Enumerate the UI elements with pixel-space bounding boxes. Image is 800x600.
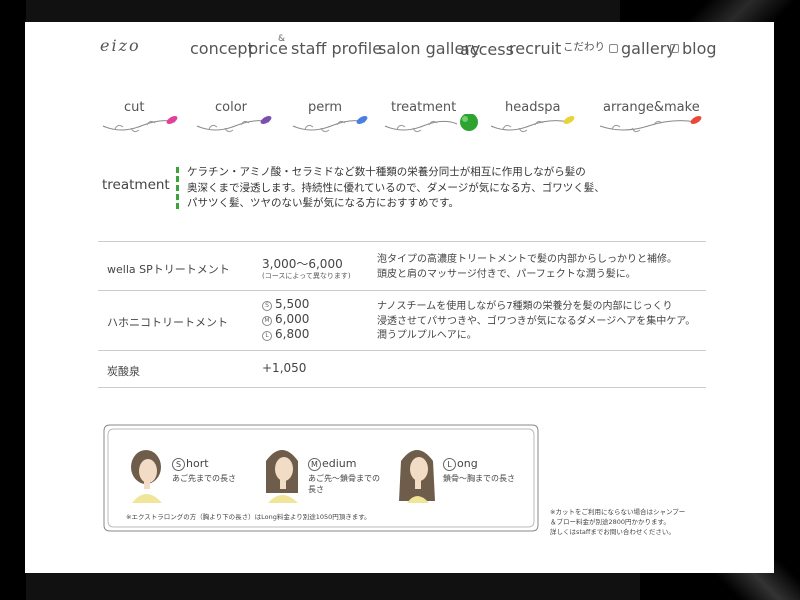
screen-bezel-left [0,0,26,600]
intro-line: ケラチン・アミノ酸・セラミドなど数十種類の栄養分同士が相互に作用しながら髪の [187,166,586,178]
shampoo-note: ※カットをご利用にならない場合はシャンプー ＆ブロー料金が別途2800円かかりま… [550,507,700,537]
table-row: wella SPトリートメント 3,000〜6,000 (コースによって異なります… [98,242,706,291]
menu-arrange-make-label: arrange&make [603,100,700,115]
length-label-rest: ong [457,457,478,470]
service-name: wella SPトリートメント [107,263,230,276]
length-letter-badge: S [172,458,185,471]
desc-line: 泡タイプの高濃度トリートメントで髪の内部からしっかりと補修。 [377,254,677,265]
service-description: ナノスチームを使用しながら7種類の栄養分を髪の内部にじっくり 浸透させてパサつき… [377,300,707,344]
nav-recruit[interactable]: recruit [509,39,561,58]
menu-color[interactable]: color [195,100,285,136]
menu-perm-label: perm [308,100,343,115]
length-letter-badge: L [443,458,456,471]
nav-gallery[interactable]: gallery [609,39,676,58]
site-logo[interactable]: eizo [100,36,141,55]
vine-decoration-icon [384,114,478,133]
price-line: L 6,800 [262,327,309,342]
size-l-badge: L [262,331,272,341]
price-value: 6,000 [275,312,310,326]
length-letter-badge: M [308,458,321,471]
section-title: treatment [102,177,170,193]
long-hair-illustration-icon [399,450,435,503]
size-s-badge: S [262,301,272,311]
screen-bezel-right [770,0,800,600]
price-line: M 6,000 [262,312,309,327]
menu-cut-label: cut [124,100,145,115]
vine-decoration-icon [490,116,575,133]
length-label: Long [443,457,478,471]
section-intro: ケラチン・アミノ酸・セラミドなど数十種類の栄養分同士が相互に作用しながら髪の 奥… [187,165,687,212]
menu-cut[interactable]: cut [101,100,191,136]
service-description: 泡タイプの高濃度トリートメントで髪の内部からしっかりと補修。 頭皮と肩のマッサー… [377,253,707,282]
nav-blog-label: blog [682,39,717,58]
service-name: ハホニコトリートメント [107,316,228,329]
nav-price[interactable]: price & [248,34,288,58]
length-label: Medium [308,457,357,471]
nav-blog[interactable]: blog [670,39,717,58]
note-line: 詳しくはstaffまでお問い合わせください。 [550,528,675,536]
menu-color-label: color [215,100,248,115]
nav-access[interactable]: access [460,40,514,59]
service-name: 炭酸泉 [107,365,140,378]
price-table: wella SPトリートメント 3,000〜6,000 (コースによって異なります… [98,241,706,388]
menu-perm[interactable]: perm [291,100,381,136]
menu-arrange-make[interactable]: arrange&make [598,100,708,136]
menu-headspa-label: headspa [505,100,561,115]
service-price-list: S 5,500 M 6,000 L 6,800 [262,297,309,342]
medium-hair-illustration-icon [266,450,298,503]
desc-line: 頭皮と肩のマッサージ付きで、パーフェクトな潤う髪に。 [377,268,636,280]
length-desc: あご先〜鎖骨までの長さ [308,474,380,494]
nav-concept[interactable]: concept [190,39,254,58]
service-price: 3,000〜6,000 (コースによって異なります) [262,257,351,280]
external-link-icon [609,44,618,53]
intro-line: パサツく髪、ツヤのない髪が気になる方におすすめです。 [187,197,459,209]
desc-line: ナノスチームを使用しながら7種類の栄養分を髪の内部にじっくり [377,301,673,312]
price-note: (コースによって異なります) [262,272,351,280]
vine-decoration-icon [196,116,272,133]
vine-decoration-icon [599,116,702,133]
nav-kodawari[interactable]: こだわり [563,39,605,54]
size-m-badge: M [262,316,272,326]
vine-decoration-icon [292,116,368,133]
price-value: 6,800 [275,327,310,341]
price-value: 3,000〜6,000 [262,257,343,271]
table-row: ハホニコトリートメント S 5,500 M 6,000 L 6,800 ナノスチームを… [98,291,706,351]
desc-line: 潤うプルプルヘアに。 [377,330,477,341]
service-price: +1,050 [262,361,307,375]
nav-staff-profile[interactable]: staff profile [291,39,382,58]
price-line: S 5,500 [262,297,309,312]
nav-gallery-label: gallery [621,39,676,58]
desc-line: 浸透させてパサつきや、ゴワつきが気になるダメージヘアを集中ケア。 [377,315,696,327]
menu-treatment-label: treatment [391,100,457,115]
length-desc: 鎖骨〜胸までの長さ [443,474,515,483]
length-label-rest: edium [322,457,357,470]
section-accent-bar [176,167,182,209]
note-line: ※カットをご利用にならない場合はシャンプー [550,508,686,516]
price-mark: & [278,34,286,44]
note-line: ＆ブロー料金が別途2800円かかります。 [550,518,670,526]
intro-line: 奥深くまで浸透します。持続性に優れているので、ダメージが気になる方、ゴワツく髪、 [187,181,605,194]
length-desc: あご先までの長さ [172,474,236,483]
vine-decoration-icon [102,116,178,133]
length-label: Short [172,457,209,471]
length-label-rest: hort [186,457,209,470]
web-page: eizo concept price & staff profile salon … [25,22,774,573]
menu-treatment[interactable]: treatment [383,100,483,136]
extra-long-note: ※エクストラロングの方（胸より下の長さ）はLong料金より別途1050円頂きます… [126,513,371,521]
table-row: 炭酸泉 +1,050 [98,351,706,388]
menu-headspa[interactable]: headspa [489,100,579,136]
external-link-icon [670,44,679,53]
short-hair-illustration-icon [131,450,162,503]
service-menu: cut color perm treatment headspa arrange… [25,100,774,140]
price-value: 5,500 [275,297,310,311]
hair-length-guide: Short あご先までの長さ Medium あご先〜鎖骨までの長さ Long 鎖… [100,421,542,535]
